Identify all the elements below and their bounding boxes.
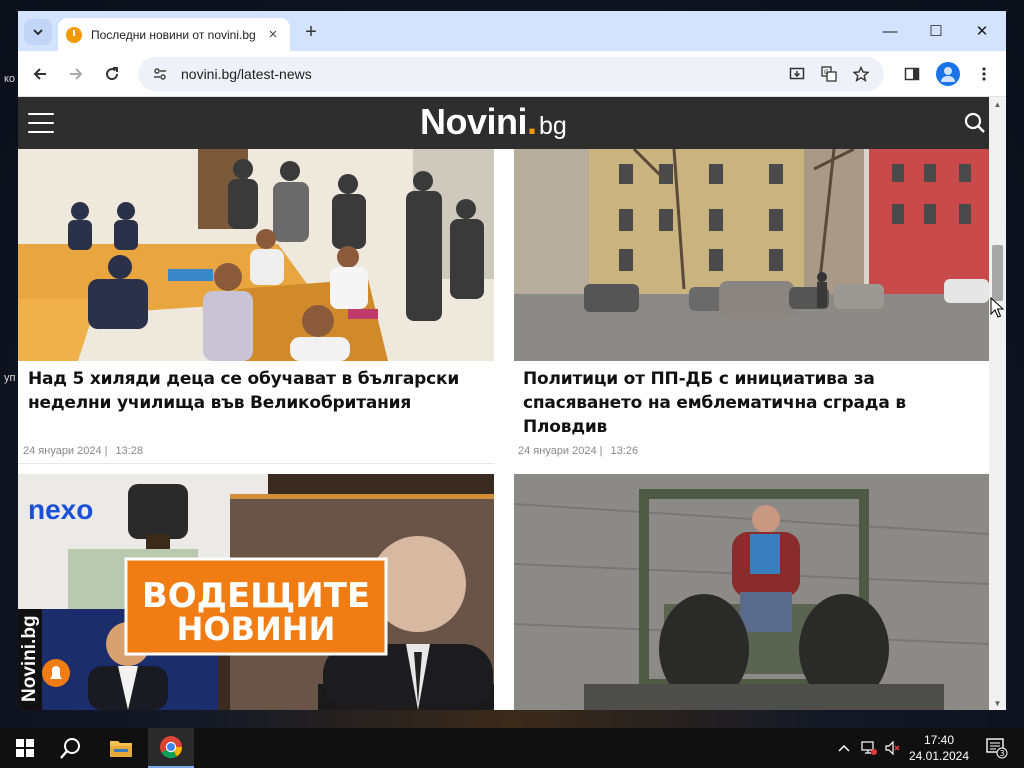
logo-suffix: bg bbox=[539, 112, 567, 140]
search-icon[interactable] bbox=[964, 112, 986, 134]
scroll-down-icon[interactable]: ▼ bbox=[989, 696, 1006, 710]
browser-toolbar: novini.bg/latest-news G bbox=[18, 51, 1006, 97]
scrollbar-thumb[interactable] bbox=[992, 245, 1003, 301]
site-info-icon[interactable] bbox=[148, 62, 172, 86]
site-logo[interactable]: Novini . bg bbox=[420, 101, 567, 143]
tab-close-icon[interactable]: × bbox=[264, 26, 282, 43]
clock-date: 24.01.2024 bbox=[908, 749, 970, 763]
logo-text: Novini bbox=[420, 101, 528, 142]
article-time: 13:26 bbox=[610, 445, 639, 457]
file-explorer-icon[interactable] bbox=[98, 728, 144, 768]
article-image[interactable] bbox=[514, 474, 989, 710]
new-tab-button[interactable]: + bbox=[298, 19, 324, 45]
article-title[interactable]: Над 5 хиляди деца се обучават в българск… bbox=[28, 367, 488, 415]
notifications-icon[interactable]: 3 bbox=[976, 728, 1016, 768]
back-button[interactable] bbox=[26, 60, 54, 88]
svg-text:G: G bbox=[824, 69, 829, 76]
translate-icon[interactable]: G bbox=[816, 61, 842, 87]
article-meta: 24 януари 2024 | 13:26 bbox=[518, 445, 638, 457]
browser-menu-button[interactable] bbox=[970, 60, 998, 88]
logo-dot: . bbox=[527, 101, 538, 142]
notification-count: 3 bbox=[999, 749, 1004, 758]
page-scrollbar[interactable]: ▲ ▼ bbox=[989, 97, 1006, 710]
tab-strip: Последни новини от novini.bg × + — ☐ ✕ bbox=[18, 11, 1006, 51]
page-viewport: Novini . bg Над 5 хиляди деца се обучава… bbox=[18, 97, 1006, 710]
volume-muted-icon[interactable] bbox=[882, 728, 904, 768]
maximize-button[interactable]: ☐ bbox=[914, 17, 958, 45]
tab-active[interactable]: Последни новини от novini.bg × bbox=[58, 18, 290, 51]
reload-button[interactable] bbox=[98, 60, 126, 88]
chrome-icon[interactable] bbox=[148, 728, 194, 768]
side-panel-button[interactable] bbox=[898, 60, 926, 88]
tray-overflow-icon[interactable] bbox=[834, 728, 854, 768]
bookmark-star-icon[interactable] bbox=[848, 61, 874, 87]
browser-window: Последни новини от novini.bg × + — ☐ ✕ n… bbox=[18, 11, 1006, 710]
site-header: Novini . bg bbox=[18, 97, 989, 149]
system-clock[interactable]: 17:40 24.01.2024 bbox=[908, 732, 970, 764]
chevron-down-icon bbox=[33, 29, 43, 36]
address-bar[interactable]: novini.bg/latest-news G bbox=[138, 57, 884, 91]
reload-icon bbox=[106, 67, 119, 81]
install-app-icon[interactable] bbox=[784, 61, 810, 87]
taskbar: 17:40 24.01.2024 3 bbox=[0, 728, 1024, 768]
side-panel-icon bbox=[904, 67, 920, 81]
desktop-icon-label[interactable]: уп bbox=[4, 372, 15, 384]
article-time: 13:28 bbox=[115, 445, 144, 457]
arrow-right-icon bbox=[70, 68, 83, 80]
arrow-left-icon bbox=[33, 68, 46, 80]
forward-button[interactable] bbox=[62, 60, 90, 88]
mouse-cursor-icon bbox=[990, 297, 1004, 318]
article-image[interactable]: nexo Novini.bg ВОДЕЩИТЕ НОВИНИ bbox=[18, 474, 494, 710]
vertical-brand-text: Novini.bg bbox=[19, 615, 40, 702]
kebab-menu-icon bbox=[982, 67, 986, 81]
favicon-icon bbox=[66, 26, 82, 43]
tab-title: Последни новини от novini.bg bbox=[91, 27, 256, 42]
minimize-button[interactable]: — bbox=[868, 17, 912, 45]
banner-line-2: НОВИНИ bbox=[177, 610, 336, 648]
article-date: 24 януари 2024 | bbox=[518, 445, 603, 457]
desktop-icon-label[interactable]: ко bbox=[4, 73, 15, 85]
article-meta: 24 януари 2024 | 13:28 bbox=[23, 445, 143, 457]
article-title[interactable]: Политици от ПП-ДБ с инициатива за спасяв… bbox=[523, 367, 983, 439]
scroll-up-icon[interactable]: ▲ bbox=[989, 97, 1006, 111]
close-button[interactable]: ✕ bbox=[960, 17, 1004, 45]
article-image[interactable] bbox=[18, 149, 494, 361]
taskbar-search-icon[interactable] bbox=[48, 728, 94, 768]
nexo-logo: nexo bbox=[28, 494, 93, 525]
url-text: novini.bg/latest-news bbox=[181, 66, 312, 82]
tab-search-button[interactable] bbox=[24, 19, 52, 45]
article-image[interactable] bbox=[514, 149, 989, 361]
clock-time: 17:40 bbox=[923, 733, 955, 747]
profile-avatar[interactable] bbox=[936, 62, 960, 86]
article-date: 24 януари 2024 | bbox=[23, 445, 108, 457]
menu-icon[interactable] bbox=[28, 113, 54, 133]
network-icon[interactable] bbox=[858, 728, 880, 768]
start-icon[interactable] bbox=[2, 728, 48, 768]
divider bbox=[18, 463, 494, 464]
